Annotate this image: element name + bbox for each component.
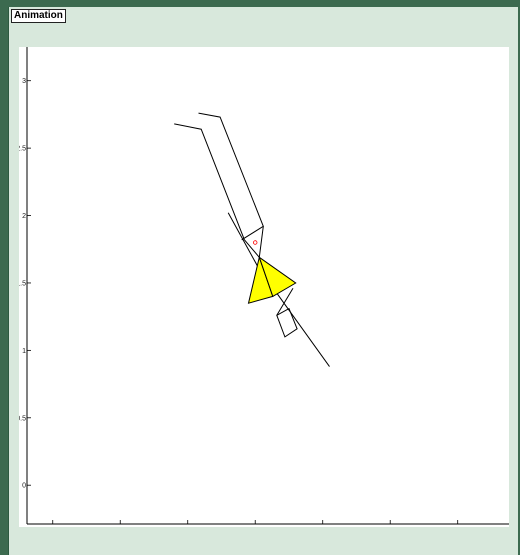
y-tick-label: 3 [22,78,26,85]
plot-area: -1.5-1-0.500.511.500.511.522.53 [19,47,509,527]
window-top-bar [0,0,520,7]
y-tick-label: 2 [22,213,26,220]
window-left-rail [0,0,8,555]
y-tick-label: 0.5 [19,415,26,422]
series-line-1 [198,112,264,241]
window-title: Animation [11,9,66,23]
series-marker-8 [253,240,258,245]
y-tick-label: 2.5 [19,146,26,153]
y-tick-label: 1.5 [19,280,26,287]
y-tick-label: 1 [22,348,26,355]
series-polygon-5 [276,307,298,338]
y-tick-label: 0 [22,483,26,490]
animation-chart: -1.5-1-0.500.511.500.511.522.53 [19,47,509,525]
